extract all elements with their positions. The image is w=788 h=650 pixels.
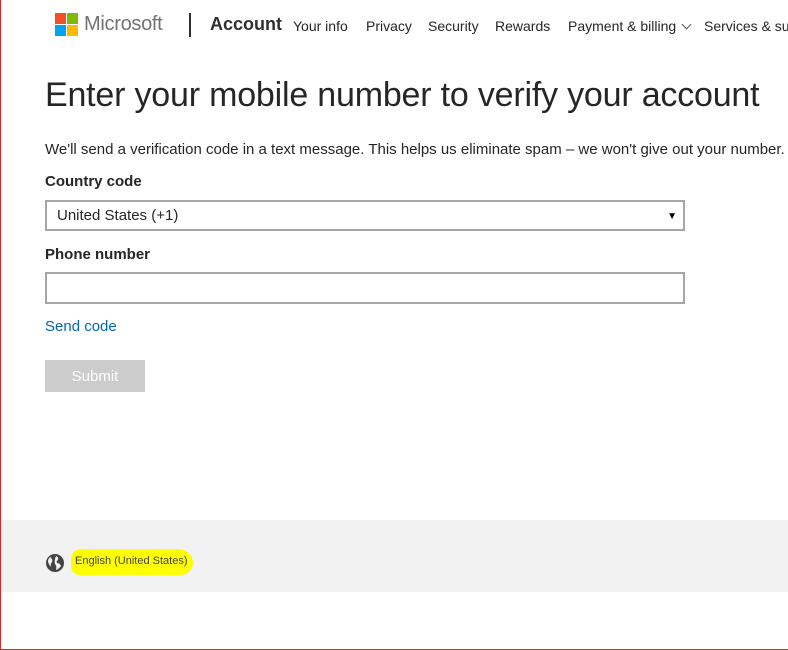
- account-link[interactable]: Account: [210, 14, 282, 35]
- chevron-down-icon: [681, 19, 692, 30]
- nav-item-security[interactable]: Security: [428, 18, 479, 34]
- country-code-select[interactable]: United States (+1) ▼: [45, 200, 685, 231]
- page: Microsoft Account Your info Privacy Secu…: [0, 0, 788, 650]
- header-divider: [189, 13, 191, 37]
- brand-name: Microsoft: [84, 12, 163, 35]
- nav-item-rewards[interactable]: Rewards: [495, 18, 550, 34]
- select-arrow-icon: ▼: [667, 211, 677, 222]
- language-selector-link[interactable]: English (United States): [75, 555, 188, 567]
- microsoft-logo-icon: [55, 12, 78, 36]
- phone-number-input[interactable]: [45, 272, 685, 304]
- top-header: Microsoft Account Your info Privacy Secu…: [1, 0, 788, 50]
- nav-item-services-subscriptions[interactable]: Services & sub: [704, 18, 788, 34]
- phone-number-label: Phone number: [45, 246, 151, 263]
- footer: English (United States): [1, 520, 788, 592]
- nav-item-payment-billing-label: Payment & billing: [568, 18, 677, 34]
- nav-item-your-info[interactable]: Your info: [293, 18, 348, 34]
- country-code-value: United States (+1): [57, 207, 179, 224]
- nav-item-payment-billing[interactable]: Payment & billing: [568, 18, 692, 34]
- send-code-link[interactable]: Send code: [45, 318, 117, 335]
- page-title: Enter your mobile number to verify your …: [45, 76, 760, 114]
- nav-item-privacy[interactable]: Privacy: [366, 18, 412, 34]
- submit-button[interactable]: Submit: [45, 360, 145, 392]
- globe-icon: [46, 554, 64, 572]
- page-description: We'll send a verification code in a text…: [45, 141, 788, 158]
- country-code-label: Country code: [45, 173, 142, 190]
- microsoft-logo[interactable]: Microsoft: [55, 12, 163, 36]
